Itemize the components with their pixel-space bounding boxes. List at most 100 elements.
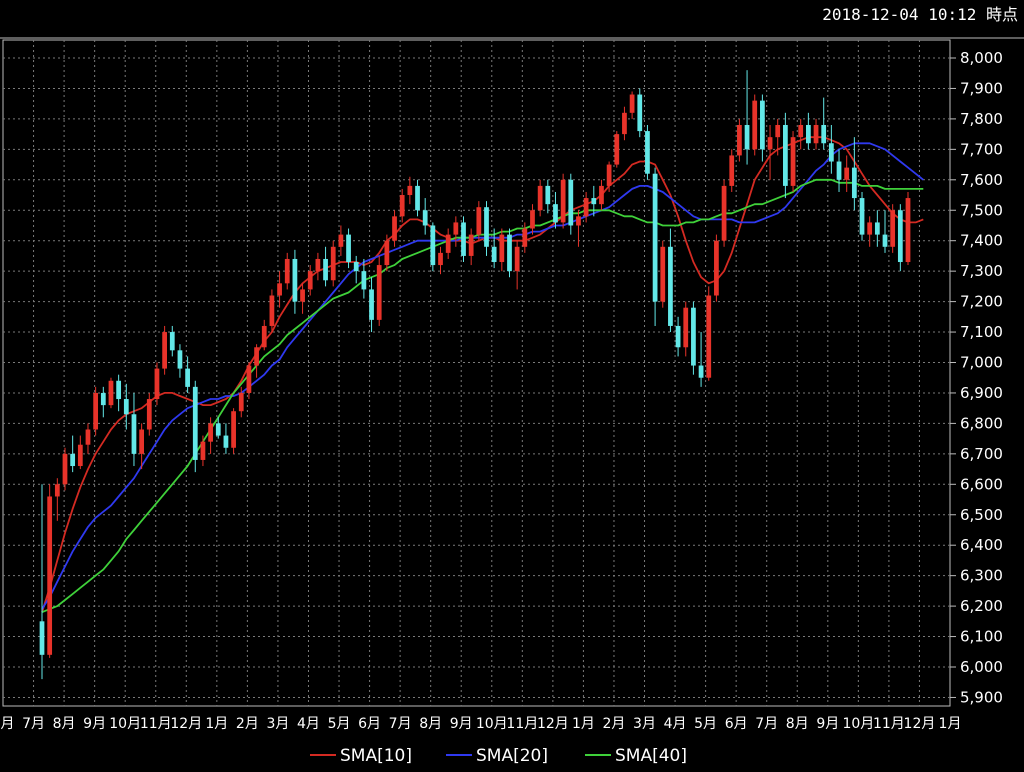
candle-body — [744, 124, 750, 150]
candle-body — [537, 185, 543, 211]
candle — [660, 240, 666, 308]
y-tick-label: 7,900 — [960, 79, 1003, 97]
candle-body — [606, 164, 612, 186]
candle-body — [200, 441, 206, 460]
candle-body — [560, 179, 566, 223]
candle-body — [821, 124, 827, 144]
candle-body — [568, 179, 574, 226]
candle-body — [629, 94, 635, 113]
candle-body — [499, 234, 505, 263]
candle-body — [874, 222, 880, 235]
y-tick-label: 7,300 — [960, 262, 1003, 280]
candle-body — [859, 198, 865, 235]
candle-body — [62, 453, 68, 485]
y-tick-label: 6,600 — [960, 475, 1003, 493]
x-tick-label: 6月 — [0, 716, 14, 732]
x-tick-label: 8月 — [419, 716, 442, 732]
candle — [890, 204, 896, 253]
x-tick-label: 3月 — [266, 716, 289, 732]
candle-body — [323, 258, 328, 281]
candle-body — [47, 496, 53, 655]
candle-body — [430, 225, 436, 266]
candle — [507, 228, 512, 278]
candle — [790, 131, 796, 192]
candle-body — [614, 134, 620, 165]
candle-body — [453, 222, 459, 235]
legend-label: SMA[40] — [615, 746, 687, 766]
candle — [714, 234, 719, 302]
y-tick-label: 6,800 — [960, 414, 1003, 432]
candle — [729, 149, 735, 192]
y-tick-label: 6,700 — [960, 445, 1003, 463]
candle-body — [277, 283, 282, 296]
candle-body — [422, 210, 428, 226]
y-tick-label: 7,700 — [960, 140, 1003, 158]
x-axis: 6月7月8月9月10月11月12月1月2月3月4月5月6月7月8月9月10月11… — [0, 716, 961, 732]
candle-body — [369, 289, 374, 320]
candle-body — [583, 198, 589, 217]
candle-body — [254, 347, 259, 366]
candle-body — [131, 414, 137, 454]
x-tick-label: 4月 — [664, 716, 687, 732]
candle-body — [805, 124, 811, 144]
candle-body — [675, 325, 681, 348]
candle-body — [905, 198, 911, 263]
candle-body — [284, 258, 290, 284]
candle — [721, 179, 727, 247]
x-tick-label: 11月 — [506, 716, 538, 732]
candle-body — [530, 210, 535, 229]
candle-body — [238, 392, 244, 412]
candle — [154, 362, 160, 406]
x-tick-label: 12月 — [904, 716, 936, 732]
y-tick-label: 7,200 — [960, 293, 1003, 311]
candle-body — [468, 234, 474, 256]
candle-body — [737, 124, 742, 156]
candle — [568, 173, 574, 235]
candle — [231, 408, 236, 454]
candle-body — [70, 453, 76, 467]
y-tick-label: 7,400 — [960, 232, 1003, 250]
y-tick-label: 8,000 — [960, 49, 1003, 67]
candle-body — [376, 265, 382, 320]
candle-body — [361, 271, 367, 290]
candle — [905, 191, 911, 266]
candle — [47, 484, 53, 658]
candle-body — [146, 399, 152, 430]
candle — [859, 191, 865, 241]
candle-body — [783, 124, 788, 186]
x-tick-label: 2月 — [236, 716, 259, 732]
candle-body — [338, 234, 344, 247]
candle-body — [399, 195, 405, 217]
candle-body — [185, 368, 190, 387]
x-tick-label: 12月 — [537, 716, 569, 732]
candle — [269, 289, 275, 333]
candle-body — [484, 207, 489, 247]
candle-body — [223, 435, 229, 448]
candle — [330, 240, 336, 287]
candle-body — [353, 262, 359, 272]
y-tick-label: 7,500 — [960, 201, 1003, 219]
candle-body — [836, 161, 842, 180]
candle — [162, 325, 167, 375]
candle-body — [215, 423, 221, 436]
candle — [752, 94, 758, 156]
candle-body — [790, 137, 796, 186]
x-tick-label: 1月 — [572, 716, 595, 732]
candle-body — [828, 143, 834, 162]
candle-body — [54, 484, 60, 497]
x-tick-label: 3月 — [633, 716, 656, 732]
candle-body — [652, 173, 658, 302]
x-tick-label: 7月 — [755, 716, 778, 732]
x-tick-label: 6月 — [725, 716, 748, 732]
x-tick-label: 8月 — [53, 716, 76, 732]
legend: SMA[10] SMA[20] SMA[40] — [310, 746, 687, 766]
candle-body — [330, 246, 336, 281]
candle-body — [77, 444, 83, 467]
candle — [93, 386, 99, 436]
legend-label: SMA[10] — [340, 746, 412, 766]
candle-body — [116, 380, 122, 400]
candle-body — [438, 252, 443, 266]
x-tick-label: 9月 — [83, 716, 106, 732]
candle-body — [637, 94, 643, 132]
x-tick-label: 4月 — [297, 716, 320, 732]
